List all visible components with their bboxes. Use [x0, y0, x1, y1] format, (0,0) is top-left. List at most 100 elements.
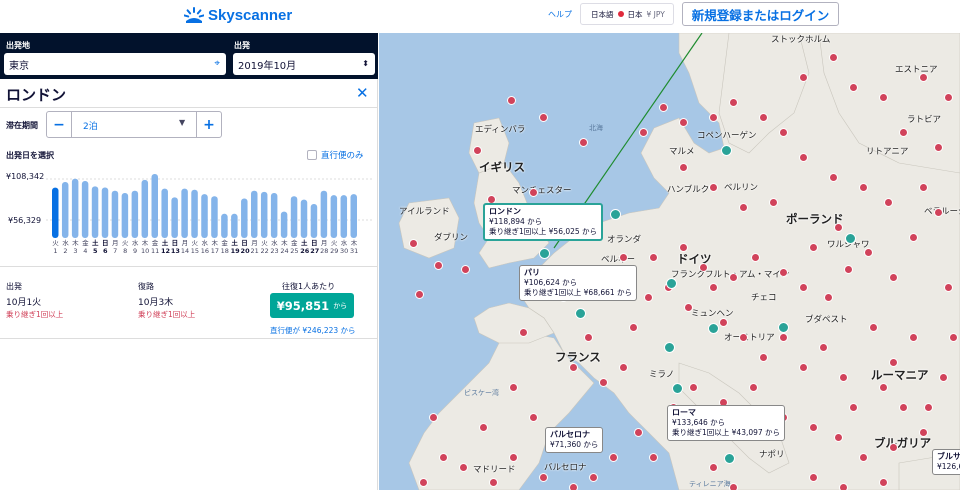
- map[interactable]: イギリス フランス ドイツ ポーランド ルーマニア ブルガリア チェコ オースト…: [379, 33, 960, 490]
- day-label[interactable]: 月7: [111, 239, 119, 255]
- price-bar[interactable]: [71, 178, 79, 238]
- destination-pin[interactable]: [689, 383, 698, 392]
- destination-pin[interactable]: [569, 483, 578, 490]
- destination-pin[interactable]: [939, 373, 948, 382]
- destination-pin[interactable]: [699, 263, 708, 272]
- highlighted-destination-pin[interactable]: [672, 383, 683, 394]
- price-bar[interactable]: [270, 192, 278, 238]
- destination-pin[interactable]: [489, 478, 498, 487]
- destination-pin[interactable]: [473, 146, 482, 155]
- destination-pin[interactable]: [609, 453, 618, 462]
- day-label[interactable]: 金 25: [290, 239, 298, 255]
- price-bar[interactable]: [191, 189, 198, 238]
- destination-pin[interactable]: [709, 283, 718, 292]
- destination-pin[interactable]: [579, 138, 588, 147]
- destination-pin[interactable]: [769, 198, 778, 207]
- day-label[interactable]: 火 29: [330, 239, 338, 255]
- day-label[interactable]: 土 19: [231, 239, 240, 255]
- destination-pin[interactable]: [644, 293, 653, 302]
- price-bar[interactable]: [330, 195, 338, 238]
- day-label[interactable]: 月 14: [181, 239, 189, 255]
- day-label[interactable]: 木 24: [280, 239, 288, 255]
- destination-pin[interactable]: [809, 423, 818, 432]
- price-bar[interactable]: [231, 213, 238, 238]
- price-bar[interactable]: [221, 213, 228, 238]
- destination-pin[interactable]: [649, 453, 658, 462]
- destination-pin[interactable]: [709, 463, 718, 472]
- highlighted-destination-pin[interactable]: [778, 322, 789, 333]
- destination-pin[interactable]: [879, 93, 888, 102]
- destination-pin[interactable]: [779, 333, 788, 342]
- highlighted-destination-pin[interactable]: [721, 145, 732, 156]
- tooltip-paris[interactable]: パリ ¥106,624 から 乗り継ぎ1回以上 ¥68,661 から: [519, 265, 638, 301]
- destination-pin[interactable]: [799, 153, 808, 162]
- destination-pin[interactable]: [507, 96, 516, 105]
- destination-pin[interactable]: [749, 383, 758, 392]
- day-label[interactable]: 木 10: [141, 239, 149, 255]
- price-bar[interactable]: [52, 187, 59, 238]
- help-link[interactable]: ヘルプ: [548, 9, 572, 20]
- destination-pin[interactable]: [639, 128, 648, 137]
- highlighted-destination-pin[interactable]: [666, 278, 677, 289]
- price-bar[interactable]: [280, 211, 288, 238]
- day-label[interactable]: 水 16: [201, 239, 209, 255]
- day-label[interactable]: 木3: [71, 239, 79, 255]
- destination-pin[interactable]: [529, 413, 538, 422]
- destination-pin[interactable]: [679, 118, 688, 127]
- destination-pin[interactable]: [679, 163, 688, 172]
- destination-pin[interactable]: [919, 73, 928, 82]
- origin-input[interactable]: 東京 ⌖: [4, 53, 226, 75]
- destination-pin[interactable]: [439, 453, 448, 462]
- day-label[interactable]: 木 17: [211, 239, 219, 255]
- destination-pin[interactable]: [859, 183, 868, 192]
- destination-pin[interactable]: [829, 173, 838, 182]
- destination-pin[interactable]: [889, 358, 898, 367]
- destination-pin[interactable]: [779, 128, 788, 137]
- highlighted-destination-pin[interactable]: [845, 233, 856, 244]
- destination-pin[interactable]: [909, 333, 918, 342]
- destination-pin[interactable]: [589, 473, 598, 482]
- destination-pin[interactable]: [509, 383, 518, 392]
- direct-only-toggle[interactable]: 直行便のみ: [307, 149, 364, 161]
- destination-pin[interactable]: [539, 113, 548, 122]
- destination-pin[interactable]: [839, 373, 848, 382]
- destination-pin[interactable]: [779, 268, 788, 277]
- destination-pin[interactable]: [729, 273, 738, 282]
- destination-pin[interactable]: [619, 363, 628, 372]
- destination-pin[interactable]: [919, 428, 928, 437]
- destination-pin[interactable]: [459, 463, 468, 472]
- destination-pin[interactable]: [799, 283, 808, 292]
- destination-pin[interactable]: [649, 253, 658, 262]
- destination-pin[interactable]: [751, 253, 760, 262]
- destination-pin[interactable]: [599, 378, 608, 387]
- day-label[interactable]: 水2: [61, 239, 69, 255]
- destination-pin[interactable]: [919, 183, 928, 192]
- destination-pin[interactable]: [679, 243, 688, 252]
- price-bar[interactable]: [161, 188, 168, 238]
- destination-pin[interactable]: [409, 239, 418, 248]
- skyscanner-logo[interactable]: Skyscanner: [184, 5, 292, 25]
- destination-pin[interactable]: [944, 283, 953, 292]
- destination-pin[interactable]: [809, 473, 818, 482]
- destination-pin[interactable]: [834, 223, 843, 232]
- price-bar[interactable]: [300, 199, 308, 238]
- price-bar[interactable]: [121, 192, 129, 238]
- destination-pin[interactable]: [869, 323, 878, 332]
- destination-pin[interactable]: [569, 363, 578, 372]
- price-bar[interactable]: [101, 187, 109, 238]
- destination-pin[interactable]: [899, 128, 908, 137]
- price-bar[interactable]: [81, 180, 89, 238]
- day-label[interactable]: 土5: [91, 239, 99, 255]
- destination-pin[interactable]: [634, 428, 643, 437]
- price-bar[interactable]: [340, 195, 348, 238]
- destination-pin[interactable]: [519, 328, 528, 337]
- price-bar[interactable]: [201, 194, 208, 238]
- price-bar[interactable]: [290, 196, 298, 238]
- highlighted-destination-pin[interactable]: [708, 323, 719, 334]
- destination-pin[interactable]: [429, 413, 438, 422]
- destination-pin[interactable]: [824, 293, 833, 302]
- highlighted-destination-pin[interactable]: [724, 453, 735, 464]
- price-bar[interactable]: [151, 174, 159, 238]
- depart-select[interactable]: 2019年10月 ⬍: [233, 53, 375, 75]
- destination-pin[interactable]: [839, 483, 848, 490]
